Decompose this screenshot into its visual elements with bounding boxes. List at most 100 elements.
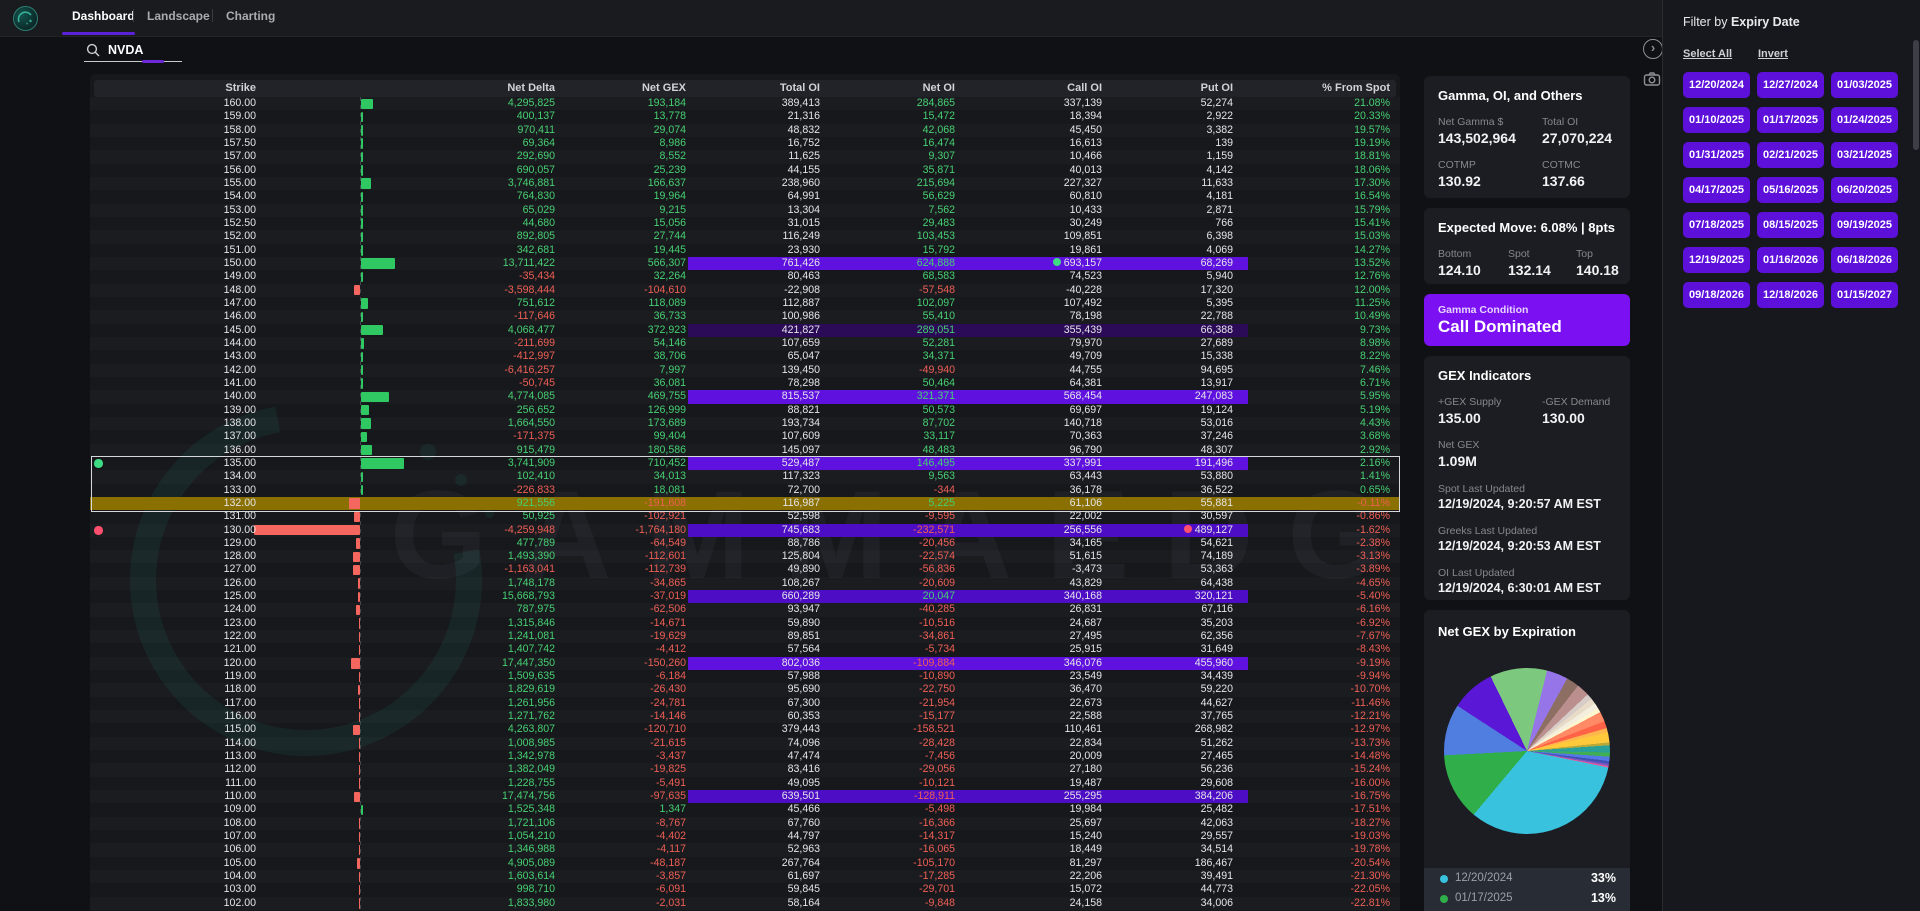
expiry-date-button[interactable]: 06/20/2025 (1831, 177, 1898, 203)
collapse-panel-icon[interactable]: › (1643, 39, 1663, 59)
table-row[interactable]: 113.00 1,342,978 -3,437 47,474 -7,456 20,009 2… (90, 750, 1400, 763)
expiry-date-button[interactable]: 12/27/2024 (1757, 72, 1824, 98)
table-row[interactable]: 156.00 690,057 25,239 44,155 35,871 40,013 4,1… (90, 164, 1400, 177)
expiry-date-button[interactable]: 12/20/2024 (1683, 72, 1750, 98)
expiry-date-button[interactable]: 01/10/2025 (1683, 107, 1750, 133)
table-row[interactable]: 114.00 1,008,985 -21,615 74,096 -28,428 22,83… (90, 737, 1400, 750)
table-row[interactable]: 102.00 1,833,980 -2,031 58,164 -9,848 24,158 3… (90, 897, 1400, 910)
scrollbar-thumb[interactable] (1913, 40, 1919, 150)
ticker-search[interactable]: NVDA (84, 40, 284, 63)
table-row[interactable]: 142.00 -6,416,257 7,997 139,450 -49,940 44,75… (90, 364, 1400, 377)
expiry-date-button[interactable]: 12/19/2025 (1683, 247, 1750, 273)
expiry-date-button[interactable]: 01/17/2025 (1757, 107, 1824, 133)
table-row[interactable]: 112.00 1,382,049 -19,825 83,416 -29,056 27,18… (90, 763, 1400, 776)
col-header[interactable]: Net Delta (507, 82, 555, 94)
tab-charting[interactable]: Charting (226, 9, 275, 23)
col-header[interactable]: Net GEX (642, 82, 686, 94)
table-row[interactable]: 121.00 1,407,742 -4,412 57,564 -5,734 25,915 3… (90, 643, 1400, 656)
table-row[interactable]: 134.00 102,410 34,013 117,323 9,563 63,443 53,… (90, 470, 1400, 483)
table-row[interactable]: 109.00 1,525,348 1,347 45,466 -5,498 19,984 25… (90, 803, 1400, 816)
table-row[interactable]: 152.50 44,680 15,056 31,015 29,483 30,249 766 1… (90, 217, 1400, 230)
table-row[interactable]: 148.00 -3,598,444 -104,610 -22,908 -57,548 -4… (90, 284, 1400, 297)
table-row[interactable]: 132.00 921,556 -191,608 116,987 5,225 61,106 5… (90, 496, 1400, 511)
col-header[interactable]: Strike (225, 82, 256, 94)
table-row[interactable]: 103.00 998,710 -6,091 59,845 -29,701 15,072 44… (90, 883, 1400, 896)
table-row[interactable]: 135.00 3,741,909 710,452 529,487 146,495 337,… (90, 456, 1400, 471)
table-row[interactable]: 122.00 1,241,081 -19,629 89,851 -34,861 27,49… (90, 630, 1400, 643)
table-row[interactable]: 117.00 1,261,956 -24,781 67,300 -21,954 22,67… (90, 697, 1400, 710)
table-row[interactable]: 140.00 4,774,085 469,755 815,537 321,371 568,… (90, 390, 1400, 404)
table-row[interactable]: 131.00 50,925 -102,921 52,598 -9,595 22,002 30… (90, 510, 1400, 523)
expiry-date-button[interactable]: 01/03/2025 (1831, 72, 1898, 98)
table-row[interactable]: 130.00 -4,259,948 -1,764,180 745,683 -232,57… (90, 523, 1400, 537)
table-row[interactable]: 155.00 3,746,881 166,637 238,960 215,694 227,… (90, 177, 1400, 190)
table-row[interactable]: 145.00 4,068,477 372,923 421,827 289,051 355,… (90, 323, 1400, 337)
expiry-date-button[interactable]: 06/18/2026 (1831, 247, 1898, 273)
table-row[interactable]: 149.00 -35,434 32,264 80,463 68,583 74,523 5,9… (90, 270, 1400, 283)
table-row[interactable]: 133.00 -226,833 18,081 72,700 -344 36,178 36,5… (90, 484, 1400, 497)
expiry-date-button[interactable]: 05/16/2025 (1757, 177, 1824, 203)
expiry-date-button[interactable]: 08/15/2025 (1757, 212, 1824, 238)
expiry-date-button[interactable]: 09/19/2025 (1831, 212, 1898, 238)
table-row[interactable]: 118.00 1,829,619 -26,430 95,690 -22,750 36,47… (90, 683, 1400, 696)
expiry-date-button[interactable]: 12/18/2026 (1757, 282, 1824, 308)
expiry-date-button[interactable]: 02/21/2025 (1757, 142, 1824, 168)
camera-icon[interactable] (1643, 70, 1661, 88)
table-row[interactable]: 153.00 65,029 9,215 13,304 7,562 10,433 2,871 1… (90, 204, 1400, 217)
col-header[interactable]: Total OI (780, 82, 820, 94)
table-row[interactable]: 120.00 17,447,350 -150,260 802,036 -109,884 3… (90, 656, 1400, 671)
table-row[interactable]: 125.00 15,668,793 -37,019 660,289 20,047 340,… (90, 590, 1400, 604)
table-row[interactable]: 123.00 1,315,846 -14,671 59,890 -10,516 24,68… (90, 617, 1400, 630)
table-row[interactable]: 127.00 -1,163,041 -112,739 49,890 -56,836 -3,… (90, 563, 1400, 576)
expiry-date-button[interactable]: 03/21/2025 (1831, 142, 1898, 168)
table-row[interactable]: 159.00 400,137 13,778 21,316 15,472 18,394 2,9… (90, 110, 1400, 123)
table-row[interactable]: 154.00 764,830 19,964 64,991 56,629 60,810 4,1… (90, 190, 1400, 203)
table-row[interactable]: 124.00 787,975 -62,506 93,947 -40,285 26,831 6… (90, 603, 1400, 616)
invert-link[interactable]: Invert (1758, 48, 1788, 60)
expiry-date-button[interactable]: 01/15/2027 (1831, 282, 1898, 308)
table-row[interactable]: 143.00 -412,997 38,706 65,047 34,371 49,709 15… (90, 350, 1400, 363)
table-row[interactable]: 157.50 69,364 8,986 16,752 16,474 16,613 139 19… (90, 137, 1400, 150)
table-row[interactable]: 128.00 1,493,390 -112,601 125,804 -22,574 51,… (90, 550, 1400, 563)
col-header[interactable]: % From Spot (1322, 82, 1390, 94)
table-row[interactable]: 139.00 256,652 126,999 88,821 50,573 69,697 19… (90, 404, 1400, 417)
table-row[interactable]: 110.00 17,474,756 -97,635 639,501 -128,911 25… (90, 790, 1400, 804)
table-row[interactable]: 107.00 1,054,210 -4,402 44,797 -14,317 15,240… (90, 830, 1400, 843)
table-row[interactable]: 129.00 477,789 -64,549 88,786 -20,456 34,165 5… (90, 537, 1400, 550)
table-row[interactable]: 116.00 1,271,762 -14,146 60,353 -15,177 22,58… (90, 710, 1400, 723)
table-row[interactable]: 152.00 892,805 27,744 116,249 103,453 109,851… (90, 230, 1400, 243)
col-header[interactable]: Put OI (1201, 82, 1233, 94)
table-row[interactable]: 138.00 1,664,550 173,689 193,734 87,702 140,7… (90, 417, 1400, 430)
table-row[interactable]: 141.00 -50,745 36,081 78,298 50,464 64,381 13,… (90, 377, 1400, 390)
expiry-date-button[interactable]: 09/18/2026 (1683, 282, 1750, 308)
table-row[interactable]: 160.00 4,295,825 193,184 389,413 284,865 337,… (90, 97, 1400, 110)
table-row[interactable]: 119.00 1,509,635 -6,184 57,988 -10,890 23,549… (90, 670, 1400, 683)
tab-landscape[interactable]: Landscape (147, 9, 210, 23)
expiry-date-button[interactable]: 01/16/2026 (1757, 247, 1824, 273)
table-row[interactable]: 108.00 1,721,106 -8,767 67,760 -16,366 25,697… (90, 817, 1400, 830)
tab-dashboard[interactable]: Dashboard (72, 9, 135, 23)
table-row[interactable]: 104.00 1,603,614 -3,857 61,697 -17,285 22,206… (90, 870, 1400, 883)
col-header[interactable]: Call OI (1067, 82, 1102, 94)
table-row[interactable]: 105.00 4,905,089 -48,187 267,764 -105,170 81,… (90, 857, 1400, 870)
table-row[interactable]: 111.00 1,228,755 -5,491 49,095 -10,121 19,487… (90, 777, 1400, 790)
table-row[interactable]: 115.00 4,263,807 -120,710 379,443 -158,521 11… (90, 723, 1400, 736)
table-row[interactable]: 146.00 -117,646 36,733 100,986 55,410 78,198 2… (90, 310, 1400, 323)
expiry-date-button[interactable]: 07/18/2025 (1683, 212, 1750, 238)
table-row[interactable]: 137.00 -171,375 99,404 107,609 33,117 70,363 3… (90, 430, 1400, 443)
expiry-date-button[interactable]: 01/24/2025 (1831, 107, 1898, 133)
table-row[interactable]: 136.00 915,479 180,586 145,097 48,483 96,790 4… (90, 444, 1400, 457)
table-row[interactable]: 157.00 292,690 8,552 11,625 9,307 10,466 1,159… (90, 150, 1400, 163)
table-row[interactable]: 150.00 13,711,422 566,307 761,426 624,888 693… (90, 256, 1400, 271)
table-row[interactable]: 126.00 1,748,178 -34,865 108,267 -20,609 43,8… (90, 577, 1400, 590)
col-header[interactable]: Net OI (923, 82, 955, 94)
table-row[interactable]: 151.00 342,681 19,445 23,930 15,792 19,861 4,0… (90, 244, 1400, 257)
select-all-link[interactable]: Select All (1683, 48, 1732, 60)
search-input[interactable]: NVDA (108, 43, 143, 57)
expiry-date-button[interactable]: 04/17/2025 (1683, 177, 1750, 203)
table-row[interactable]: 106.00 1,346,988 -4,117 52,963 -16,065 18,449… (90, 843, 1400, 856)
expiry-date-button[interactable]: 01/31/2025 (1683, 142, 1750, 168)
table-row[interactable]: 158.00 970,411 29,074 48,832 42,068 45,450 3,3… (90, 124, 1400, 137)
table-row[interactable]: 147.00 751,612 118,089 112,887 102,097 107,49… (90, 297, 1400, 310)
table-row[interactable]: 144.00 -211,699 54,146 107,659 52,281 79,970 2… (90, 337, 1400, 350)
